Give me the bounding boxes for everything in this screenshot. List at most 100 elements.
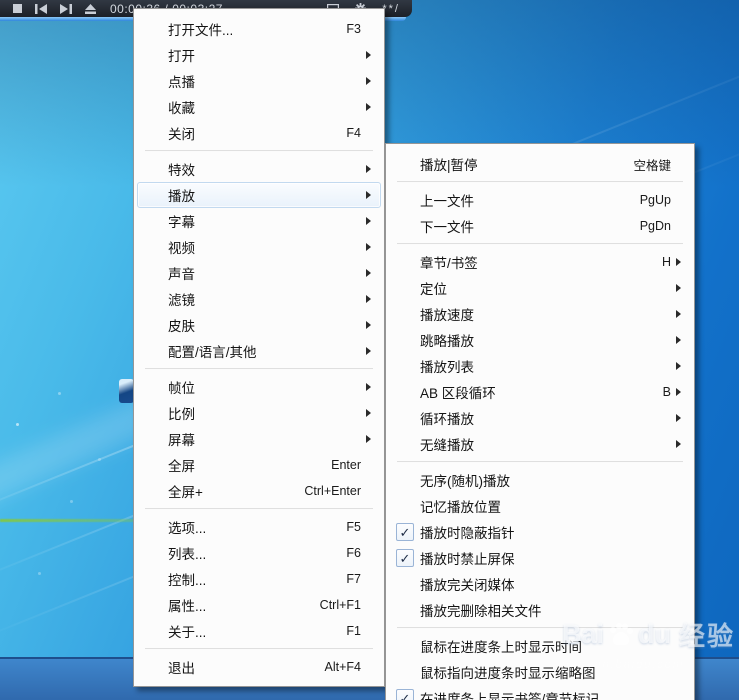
wallpaper-sparkle	[98, 458, 101, 461]
menu-item[interactable]: 帧位	[137, 374, 381, 400]
menu-item-label: 收藏	[168, 97, 361, 117]
menu-item-label: 播放时隐蔽指针	[420, 522, 671, 542]
check-glyph: ✓	[396, 523, 414, 541]
menu-item[interactable]: 全屏Enter	[137, 452, 381, 478]
menu-separator	[145, 150, 373, 152]
menu-item[interactable]: 记忆播放位置	[389, 493, 691, 519]
menu-item[interactable]: 打开文件...F3	[137, 16, 381, 42]
previous-icon[interactable]	[35, 4, 47, 14]
menu-item[interactable]: 退出Alt+F4	[137, 654, 381, 680]
checkmark-icon: ✓	[390, 549, 420, 567]
menu-item-label: 打开文件...	[168, 19, 346, 39]
menu-item[interactable]: 播放列表	[389, 353, 691, 379]
menu-item-shortcut: F4	[346, 126, 361, 140]
toolbar-partial-glyphs: **/	[382, 3, 400, 15]
menu-item[interactable]: 上一文件PgUp	[389, 187, 691, 213]
menu-item[interactable]: 无序(随机)播放	[389, 467, 691, 493]
menu-item[interactable]: 字幕	[137, 208, 381, 234]
menu-item[interactable]: 视频	[137, 234, 381, 260]
menu-item[interactable]: 列表...F6	[137, 540, 381, 566]
menu-item-label: 打开	[168, 45, 361, 65]
menu-item-label: 无缝播放	[420, 434, 671, 454]
menu-separator	[145, 368, 373, 370]
submenu-arrow-icon	[366, 295, 380, 303]
submenu-arrow-icon	[366, 409, 380, 417]
check-glyph: ✓	[396, 549, 414, 567]
menu-item[interactable]: ✓播放时禁止屏保	[389, 545, 691, 571]
menu-item[interactable]: ✓在进度条上显示书签/章节标记	[389, 685, 691, 700]
menu-separator	[397, 627, 683, 629]
menu-item-label: 下一文件	[420, 216, 640, 236]
menu-item[interactable]: 关于...F1	[137, 618, 381, 644]
menu-item[interactable]: 播放完删除相关文件	[389, 597, 691, 623]
menu-item-label: 关于...	[168, 621, 346, 641]
submenu-arrow-icon	[676, 388, 690, 396]
menu-item[interactable]: 收藏	[137, 94, 381, 120]
menu-item[interactable]: 屏幕	[137, 426, 381, 452]
menu-item[interactable]: 特效	[137, 156, 381, 182]
menu-item[interactable]: 控制...F7	[137, 566, 381, 592]
eject-icon[interactable]	[85, 4, 96, 14]
menu-item[interactable]: 选项...F5	[137, 514, 381, 540]
menu-item[interactable]: 播放|暂停空格键	[389, 151, 691, 177]
check-glyph: ✓	[396, 689, 414, 700]
wallpaper-sparkle	[58, 392, 61, 395]
submenu-arrow-icon	[366, 383, 380, 391]
menu-item-shortcut: Alt+F4	[325, 660, 361, 674]
menu-item-shortcut: F1	[346, 624, 361, 638]
menu-item[interactable]: ✓ 播放时隐蔽指针	[389, 519, 691, 545]
menu-item[interactable]: 无缝播放	[389, 431, 691, 457]
menu-item[interactable]: 跳略播放	[389, 327, 691, 353]
menu-item[interactable]: 鼠标在进度条上时显示时间	[389, 633, 691, 659]
menu-item-label: 章节/书签	[420, 252, 662, 272]
wallpaper-sparkle	[16, 423, 19, 426]
checkmark-icon: ✓	[390, 689, 420, 700]
menu-item-label: 选项...	[168, 517, 346, 537]
menu-separator	[397, 181, 683, 183]
submenu-arrow-icon	[366, 165, 380, 173]
desktop-shortcut-icon[interactable]	[119, 379, 134, 403]
menu-item-label: 屏幕	[168, 429, 361, 449]
menu-item-shortcut: B	[663, 385, 671, 399]
menu-item[interactable]: 滤镜	[137, 286, 381, 312]
menu-item[interactable]: 播放完关闭媒体	[389, 571, 691, 597]
menu-item[interactable]: 定位	[389, 275, 691, 301]
menu-item-label: 字幕	[168, 211, 361, 231]
submenu-arrow-icon	[676, 440, 690, 448]
menu-item-label: 循环播放	[420, 408, 671, 428]
submenu-arrow-icon	[366, 435, 380, 443]
wallpaper-sparkle	[38, 572, 41, 575]
menu-item-label: 特效	[168, 159, 361, 179]
menu-item[interactable]: 关闭F4	[137, 120, 381, 146]
menu-item[interactable]: AB 区段循环B	[389, 379, 691, 405]
menu-item[interactable]: 比例	[137, 400, 381, 426]
menu-item[interactable]: 打开	[137, 42, 381, 68]
menu-item[interactable]: 章节/书签H	[389, 249, 691, 275]
menu-item[interactable]: 下一文件PgDn	[389, 213, 691, 239]
stop-icon[interactable]	[13, 4, 22, 13]
menu-item[interactable]: 皮肤	[137, 312, 381, 338]
menu-item-label: 皮肤	[168, 315, 361, 335]
menu-item-label: 比例	[168, 403, 361, 423]
submenu-arrow-icon	[366, 269, 380, 277]
menu-item[interactable]: 循环播放	[389, 405, 691, 431]
next-icon[interactable]	[60, 4, 72, 14]
menu-item-label: 全屏+	[168, 481, 304, 501]
menu-item[interactable]: 全屏+Ctrl+Enter	[137, 478, 381, 504]
menu-item-shortcut: PgDn	[640, 219, 671, 233]
menu-item-label: 声音	[168, 263, 361, 283]
menu-item-shortcut: F7	[346, 572, 361, 586]
menu-item[interactable]: 点播	[137, 68, 381, 94]
menu-item[interactable]: 属性...Ctrl+F1	[137, 592, 381, 618]
menu-item-label: 鼠标指向进度条时显示缩略图	[420, 662, 671, 682]
play-submenu: 播放|暂停空格键上一文件PgUp下一文件PgDn章节/书签H定位播放速度跳略播放…	[385, 143, 695, 700]
menu-item[interactable]: 配置/语言/其他	[137, 338, 381, 364]
menu-item-label: 退出	[168, 657, 325, 677]
menu-item[interactable]: 声音	[137, 260, 381, 286]
menu-item-shortcut: F6	[346, 546, 361, 560]
menu-item[interactable]: 鼠标指向进度条时显示缩略图	[389, 659, 691, 685]
submenu-arrow-icon	[366, 217, 380, 225]
menu-item[interactable]: 播放	[137, 182, 381, 208]
menu-item[interactable]: 播放速度	[389, 301, 691, 327]
submenu-arrow-icon	[366, 243, 380, 251]
